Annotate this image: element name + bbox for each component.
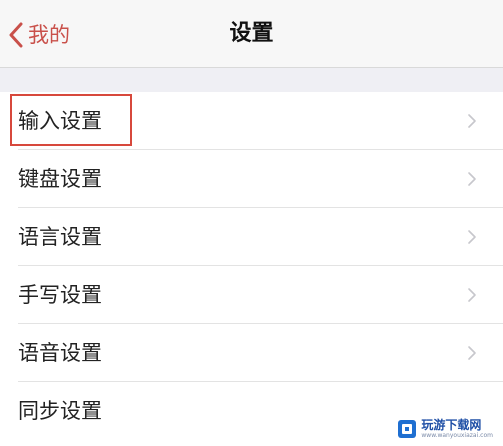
chevron-right-icon bbox=[468, 346, 476, 360]
group-spacer bbox=[0, 68, 503, 92]
watermark-logo-icon bbox=[398, 420, 417, 438]
watermark: 玩游下载网 www.wanyouxiazai.com bbox=[397, 418, 493, 440]
settings-item-label: 同步设置 bbox=[18, 399, 102, 423]
settings-item-voice[interactable]: 语音设置 bbox=[0, 324, 503, 382]
page-title: 设置 bbox=[229, 21, 274, 46]
settings-item-label: 手写设置 bbox=[18, 283, 102, 307]
watermark-text: 玩游下载网 bbox=[421, 418, 482, 432]
chevron-right-icon bbox=[468, 230, 476, 244]
settings-item-keyboard[interactable]: 键盘设置 bbox=[0, 150, 503, 208]
chevron-right-icon bbox=[468, 288, 476, 302]
settings-item-label: 语言设置 bbox=[18, 225, 102, 249]
settings-item-label: 语音设置 bbox=[18, 341, 102, 365]
chevron-right-icon bbox=[468, 114, 476, 128]
watermark-subtext: www.wanyouxiazai.com bbox=[421, 432, 493, 439]
settings-list: 输入设置 键盘设置 语言设置 手写设置 语音设置 同步设置 bbox=[0, 92, 503, 440]
settings-item-label: 键盘设置 bbox=[18, 167, 102, 191]
chevron-right-icon bbox=[468, 172, 476, 186]
settings-item-language[interactable]: 语言设置 bbox=[0, 208, 503, 266]
settings-item-label: 输入设置 bbox=[18, 109, 102, 133]
navigation-bar: 我的 设置 bbox=[0, 0, 503, 68]
settings-item-handwriting[interactable]: 手写设置 bbox=[0, 266, 503, 324]
settings-item-input[interactable]: 输入设置 bbox=[0, 92, 503, 150]
